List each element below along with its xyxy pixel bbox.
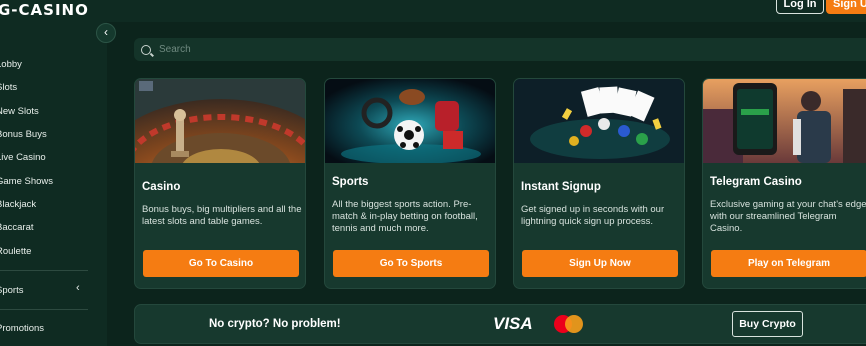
sidebar-item-new-slots[interactable]: New Slots <box>0 106 39 117</box>
sidebar-item-sports[interactable]: Sports <box>0 285 23 296</box>
sports-image <box>325 79 495 163</box>
card-description: All the biggest sports action. Pre-match… <box>332 199 478 234</box>
card-title: Instant Signup <box>521 181 601 193</box>
card-title: Sports <box>332 176 369 188</box>
telegram-image <box>703 79 866 163</box>
play-on-telegram-button[interactable]: Play on Telegram <box>711 250 866 277</box>
sidebar-divider <box>0 270 88 271</box>
promo-text: No crypto? No problem! <box>209 318 341 330</box>
sidebar-item-lobby[interactable]: Lobby <box>0 59 22 70</box>
cards-chips-image <box>514 79 684 163</box>
visa-logo: VISA <box>493 314 533 333</box>
sidebar-item-blackjack[interactable]: Blackjack <box>0 199 36 210</box>
go-to-sports-button[interactable]: Go To Sports <box>333 250 489 277</box>
chevron-left-icon[interactable]: ‹ <box>76 282 80 294</box>
top-bar: G-CASINO Log In Sign Up <box>0 0 866 22</box>
card-description: Get signed up in seconds with our lightn… <box>521 204 665 227</box>
card-title: Telegram Casino <box>710 176 802 188</box>
sidebar-item-game-shows[interactable]: Game Shows <box>0 176 53 187</box>
chevron-left-icon: ‹ <box>104 25 108 39</box>
sidebar-item-slots[interactable]: Slots <box>0 82 17 93</box>
search-input[interactable] <box>159 44 759 55</box>
signup-button[interactable]: Sign Up <box>826 0 866 14</box>
sports-card[interactable]: Sports All the biggest sports action. Pr… <box>324 78 496 289</box>
sidebar-item-baccarat[interactable]: Baccarat <box>0 222 34 233</box>
sidebar-item-roulette[interactable]: Roulette <box>0 246 31 257</box>
buy-crypto-button[interactable]: Buy Crypto <box>732 311 803 337</box>
card-description: Bonus buys, big multipliers and all the … <box>142 204 302 227</box>
sign-up-now-button[interactable]: Sign Up Now <box>522 250 678 277</box>
sidebar-item-live-casino[interactable]: Live Casino <box>0 152 46 163</box>
logo-text: G-CASINO <box>0 1 89 19</box>
promo-bar: No crypto? No problem! VISA Buy Crypto <box>134 304 866 344</box>
roulette-image <box>135 79 305 163</box>
sidebar-item-promotions[interactable]: Promotions <box>0 323 44 334</box>
go-to-casino-button[interactable]: Go To Casino <box>143 250 299 277</box>
telegram-casino-card[interactable]: Telegram Casino Exclusive gaming at your… <box>702 78 866 289</box>
sidebar-item-bonus-buys[interactable]: Bonus Buys <box>0 129 47 140</box>
sidebar-divider <box>0 309 88 310</box>
login-button[interactable]: Log In <box>776 0 824 14</box>
card-description: Exclusive gaming at your chat's edge wit… <box>710 199 866 234</box>
card-title: Casino <box>142 181 181 193</box>
instant-signup-card[interactable]: Instant Signup Get signed up in seconds … <box>513 78 685 289</box>
search-bar[interactable] <box>134 38 866 61</box>
search-icon <box>141 44 151 55</box>
logo[interactable]: G-CASINO <box>0 0 89 20</box>
mastercard-icon <box>554 315 584 333</box>
casino-card[interactable]: Casino Bonus buys, big multipliers and a… <box>134 78 306 289</box>
sidebar: Lobby Slots New Slots Bonus Buys Live Ca… <box>0 22 106 346</box>
collapse-sidebar-button[interactable]: ‹ <box>96 23 116 43</box>
